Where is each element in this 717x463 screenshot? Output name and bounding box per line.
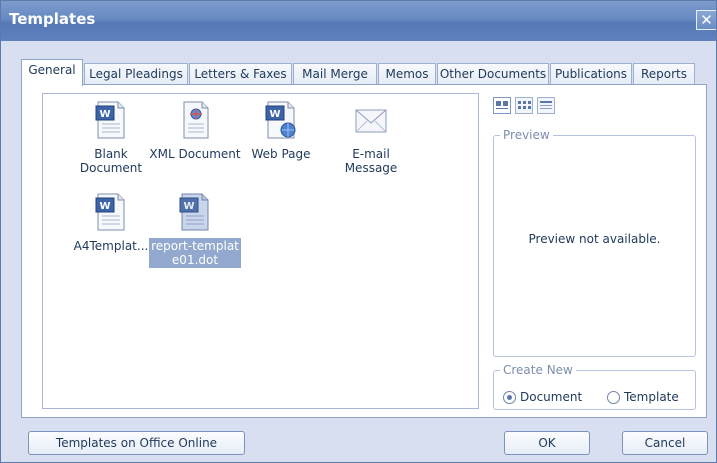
- xml-document-icon: [178, 100, 212, 140]
- radio-document[interactable]: Document: [503, 390, 582, 404]
- template-item-xml-document[interactable]: XML Document: [147, 100, 243, 162]
- details-view-icon: [540, 101, 552, 109]
- large-icons-view-icon: [496, 101, 508, 109]
- tab-reports[interactable]: Reports: [633, 63, 695, 85]
- list-view-icon: [518, 101, 531, 109]
- tab-memos[interactable]: Memos: [378, 63, 436, 85]
- close-button[interactable]: ✕: [696, 10, 716, 30]
- radio-document-label: Document: [520, 390, 583, 404]
- radio-template-dot[interactable]: [607, 390, 620, 404]
- email-envelope-icon: [354, 100, 388, 140]
- template-label-line1: E-mail: [352, 147, 390, 161]
- tab-publications[interactable]: Publications: [550, 63, 632, 85]
- template-item-blank-document[interactable]: W Blank Document: [63, 100, 159, 176]
- svg-text:W: W: [99, 201, 110, 212]
- tab-mail-merge[interactable]: Mail Merge: [293, 63, 377, 85]
- templates-dialog: Templates ✕ General Legal Pleadings Lett…: [0, 0, 717, 463]
- template-label-line2: Document: [79, 161, 143, 175]
- template-label-line1: A4Templat...: [73, 239, 149, 253]
- svg-text:W: W: [269, 109, 280, 120]
- template-label-line1: Web Page: [251, 147, 311, 161]
- template-label-line1: report-templat: [151, 239, 239, 253]
- template-label-line1: XML Document: [149, 147, 241, 161]
- word-document-icon: W: [94, 100, 128, 140]
- svg-text:W: W: [183, 201, 194, 212]
- svg-text:W: W: [99, 109, 110, 120]
- template-item-report-template[interactable]: W report-templat e01.dot: [147, 192, 243, 268]
- list-view-button[interactable]: [515, 97, 533, 114]
- ok-button[interactable]: OK: [504, 431, 590, 455]
- template-label-line1: Blank: [94, 147, 128, 161]
- cancel-button[interactable]: Cancel: [622, 431, 708, 455]
- preview-group: Preview Preview not available.: [493, 128, 696, 357]
- preview-message: Preview not available.: [528, 232, 661, 246]
- tab-legal-pleadings[interactable]: Legal Pleadings: [84, 63, 188, 85]
- tab-letters-faxes[interactable]: Letters & Faxes: [189, 63, 292, 85]
- radio-template-label: Template: [624, 390, 679, 404]
- create-new-group: Create New Document Template: [493, 363, 696, 410]
- word-document-icon: W: [94, 192, 128, 232]
- radio-template[interactable]: Template: [607, 390, 679, 404]
- template-label-line2: Message: [344, 161, 398, 175]
- preview-legend: Preview: [500, 128, 553, 142]
- template-item-email-message[interactable]: E-mail Message: [323, 100, 419, 176]
- word-template-icon: W: [178, 192, 212, 232]
- template-item-web-page[interactable]: W Web Page: [233, 100, 329, 162]
- dialog-title: Templates: [9, 10, 96, 28]
- templates-online-button[interactable]: Templates on Office Online: [28, 431, 245, 455]
- close-icon: ✕: [700, 11, 713, 29]
- template-item-a4template[interactable]: W A4Templat...: [63, 192, 159, 254]
- web-page-icon: W: [264, 100, 298, 140]
- template-list[interactable]: W Blank Document XML Document W Web Page…: [42, 93, 479, 409]
- template-label-line2: e01.dot: [171, 253, 219, 267]
- title-bar[interactable]: Templates ✕: [1, 1, 716, 41]
- tab-general[interactable]: General: [21, 59, 83, 86]
- tab-other-documents[interactable]: Other Documents: [437, 63, 549, 85]
- radio-document-dot[interactable]: [503, 390, 516, 404]
- details-view-button[interactable]: [537, 97, 555, 114]
- large-icons-view-button[interactable]: [493, 97, 511, 114]
- create-new-legend: Create New: [500, 363, 576, 377]
